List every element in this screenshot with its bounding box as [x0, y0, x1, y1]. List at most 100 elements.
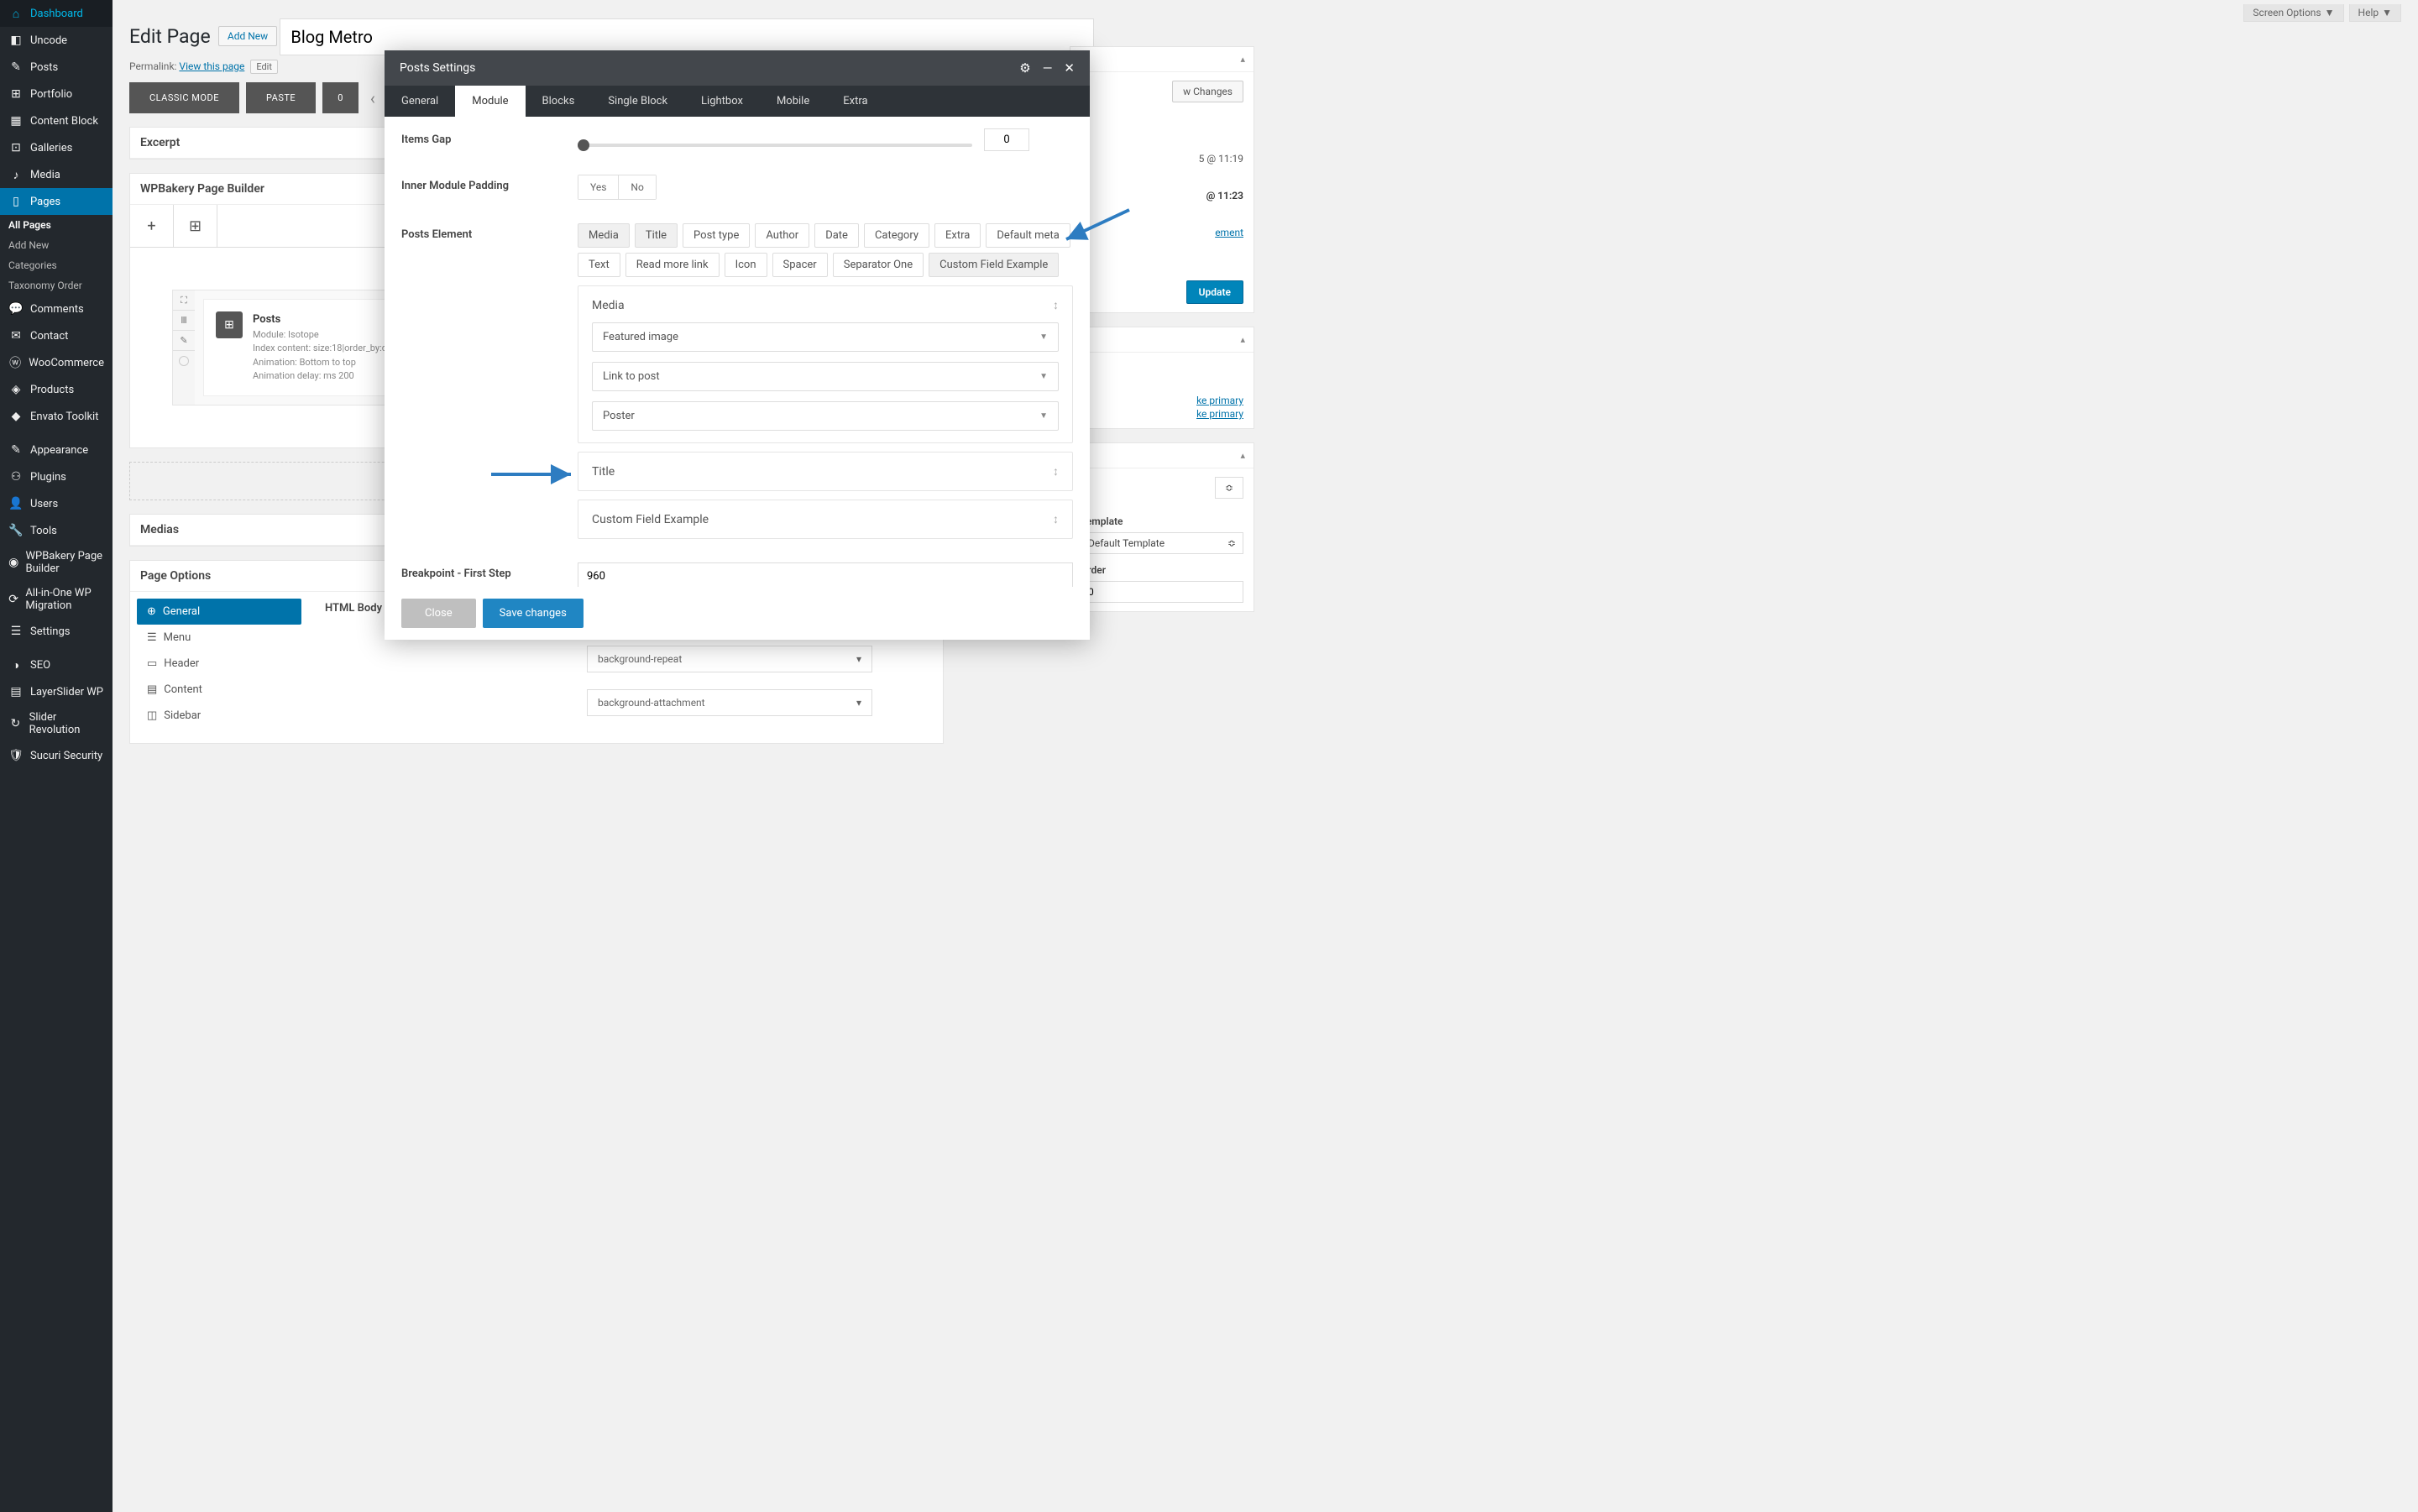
classic-mode-button[interactable]: CLASSIC MODE	[129, 82, 239, 113]
sidebar-item-layerslider[interactable]: ▤LayerSlider WP	[0, 678, 113, 705]
sidebar-item-sliderrev[interactable]: ↻Slider Revolution	[0, 705, 113, 742]
sidebar-item-products[interactable]: ◈Products	[0, 376, 113, 403]
po-tab-content[interactable]: ▤Content	[137, 677, 301, 703]
sidebar-item-migration[interactable]: ⟳All-in-One WP Migration	[0, 581, 113, 618]
make-primary-1[interactable]: ke primary	[1196, 395, 1243, 406]
modal-save-button[interactable]: Save changes	[483, 599, 584, 628]
po-tab-general[interactable]: ⊕General	[137, 599, 301, 625]
featured-image-select[interactable]: Featured image▼	[592, 322, 1059, 352]
element-link[interactable]: ement	[1215, 227, 1243, 238]
pill-text[interactable]: Text	[578, 253, 620, 277]
pill-date[interactable]: Date	[814, 223, 859, 248]
pill-extra[interactable]: Extra	[934, 223, 981, 248]
sidebar-sub-categories[interactable]: Categories	[0, 255, 113, 275]
tab-general[interactable]: General	[385, 86, 455, 117]
preview-changes-button[interactable]: w Changes	[1172, 81, 1243, 102]
sidebar-item-sucuri[interactable]: 🛡Sucuri Security	[0, 742, 113, 769]
tab-module[interactable]: Module	[455, 86, 525, 117]
link-to-select[interactable]: Link to post▼	[592, 362, 1059, 391]
sidebar-item-contentblock[interactable]: ▦Content Block	[0, 107, 113, 134]
update-button[interactable]: Update	[1186, 280, 1243, 304]
row-expand-button[interactable]: ⛶	[173, 290, 195, 311]
po-tab-sidebar[interactable]: ◫Sidebar	[137, 703, 301, 729]
title-section[interactable]: Title↕	[578, 452, 1073, 491]
pill-spacer[interactable]: Spacer	[772, 253, 828, 277]
pill-readmore[interactable]: Read more link	[625, 253, 720, 277]
tab-mobile[interactable]: Mobile	[760, 86, 826, 117]
make-primary-2[interactable]: ke primary	[1196, 408, 1243, 420]
items-gap-value[interactable]	[984, 128, 1029, 151]
pill-media[interactable]: Media	[578, 223, 630, 248]
help-toggle[interactable]: Help ▼	[2349, 4, 2401, 22]
sidebar-item-envato[interactable]: ◆Envato Toolkit	[0, 403, 113, 430]
drag-icon[interactable]: ↕	[1053, 464, 1059, 479]
sidebar-item-appearance[interactable]: ✎Appearance	[0, 437, 113, 463]
sidebar-item-wpbakery[interactable]: ◉WPBakery Page Builder	[0, 544, 113, 581]
box-collapse-2[interactable]: ▴	[1070, 443, 1253, 468]
items-gap-slider[interactable]	[578, 144, 972, 147]
sidebar-item-plugins[interactable]: ⚇Plugins	[0, 463, 113, 490]
sidebar-item-media[interactable]: ♪Media	[0, 161, 113, 188]
publish-collapse[interactable]: ▴	[1070, 47, 1253, 72]
add-new-button[interactable]: Add New	[218, 26, 277, 46]
tab-lightbox[interactable]: Lightbox	[684, 86, 760, 117]
sidebar-item-users[interactable]: 👤Users	[0, 490, 113, 517]
sidebar-item-dashboard[interactable]: ⌂Dashboard	[0, 0, 113, 27]
tab-single-block[interactable]: Single Block	[591, 86, 684, 117]
pill-custom-field[interactable]: Custom Field Example	[929, 253, 1059, 277]
paste-button[interactable]: PASTE	[246, 82, 316, 113]
order-input[interactable]	[1081, 581, 1243, 603]
sidebar-sub-taxonomy[interactable]: Taxonomy Order	[0, 275, 113, 296]
sidebar-item-uncode[interactable]: ◧Uncode	[0, 27, 113, 54]
permalink-link[interactable]: View this page	[179, 60, 244, 72]
sidebar-item-galleries[interactable]: ⊡Galleries	[0, 134, 113, 161]
template-button[interactable]: ⊞	[174, 205, 217, 247]
tab-extra[interactable]: Extra	[826, 86, 884, 117]
sidebar-sub-addnew[interactable]: Add New	[0, 235, 113, 255]
prev-arrow-button[interactable]: ‹	[365, 88, 380, 108]
sidebar-item-portfolio[interactable]: ⊞Portfolio	[0, 81, 113, 107]
sidebar-item-posts[interactable]: ✎Posts	[0, 54, 113, 81]
tab-blocks[interactable]: Blocks	[526, 86, 592, 117]
poster-select[interactable]: Poster▼	[592, 401, 1059, 431]
sidebar-item-contact[interactable]: ✉Contact	[0, 322, 113, 349]
sidebar-item-tools[interactable]: 🔧Tools	[0, 517, 113, 544]
inner-padding-yes[interactable]: Yes	[578, 175, 618, 199]
pill-separator[interactable]: Separator One	[833, 253, 924, 277]
drag-icon[interactable]: ↕	[1053, 512, 1059, 526]
sidebar-item-comments[interactable]: 💬Comments	[0, 296, 113, 322]
box-collapse[interactable]: ▴	[1070, 327, 1253, 353]
pill-posttype[interactable]: Post type	[683, 223, 750, 248]
sidebar-item-pages[interactable]: ▯Pages	[0, 188, 113, 215]
custom-field-section[interactable]: Custom Field Example↕	[578, 500, 1073, 539]
sidebar-item-seo[interactable]: ◑SEO	[0, 651, 113, 678]
small-select[interactable]: ≎	[1215, 477, 1243, 499]
sidebar-sub-allpages[interactable]: All Pages	[0, 215, 113, 235]
sidebar-item-settings[interactable]: ☰Settings	[0, 618, 113, 645]
pill-author[interactable]: Author	[755, 223, 809, 248]
bg-repeat-select[interactable]: background-repeat▾	[587, 646, 872, 672]
media-section-title: Media	[592, 299, 625, 312]
bg-attach-select[interactable]: background-attachment▾	[587, 689, 872, 716]
inner-padding-no[interactable]: No	[618, 175, 655, 199]
permalink-edit-button[interactable]: Edit	[250, 60, 278, 74]
pill-defaultmeta[interactable]: Default meta	[986, 223, 1070, 248]
close-icon[interactable]: ✕	[1064, 60, 1075, 76]
pill-icon[interactable]: Icon	[725, 253, 767, 277]
counter-button[interactable]: 0	[322, 82, 359, 113]
add-element-button[interactable]: +	[130, 205, 174, 247]
bp1-input[interactable]	[578, 562, 1073, 587]
gear-icon[interactable]: ⚙	[1019, 60, 1030, 76]
sidebar-item-woocommerce[interactable]: ⓦWooCommerce	[0, 349, 113, 376]
screen-options-toggle[interactable]: Screen Options ▼	[2243, 4, 2343, 22]
minimize-icon[interactable]: —	[1043, 60, 1053, 76]
row-layout-button[interactable]: Ⅲ	[173, 311, 195, 331]
po-tab-menu[interactable]: ☰Menu	[137, 625, 301, 651]
pill-title[interactable]: Title	[635, 223, 678, 248]
pill-category[interactable]: Category	[864, 223, 929, 248]
modal-close-button[interactable]: Close	[401, 599, 476, 628]
po-tab-header[interactable]: ▭Header	[137, 651, 301, 677]
row-edit-button[interactable]: ✎	[173, 331, 195, 351]
drag-icon[interactable]: ↕	[1053, 298, 1059, 312]
template-select[interactable]: Default Template≎	[1081, 532, 1243, 554]
